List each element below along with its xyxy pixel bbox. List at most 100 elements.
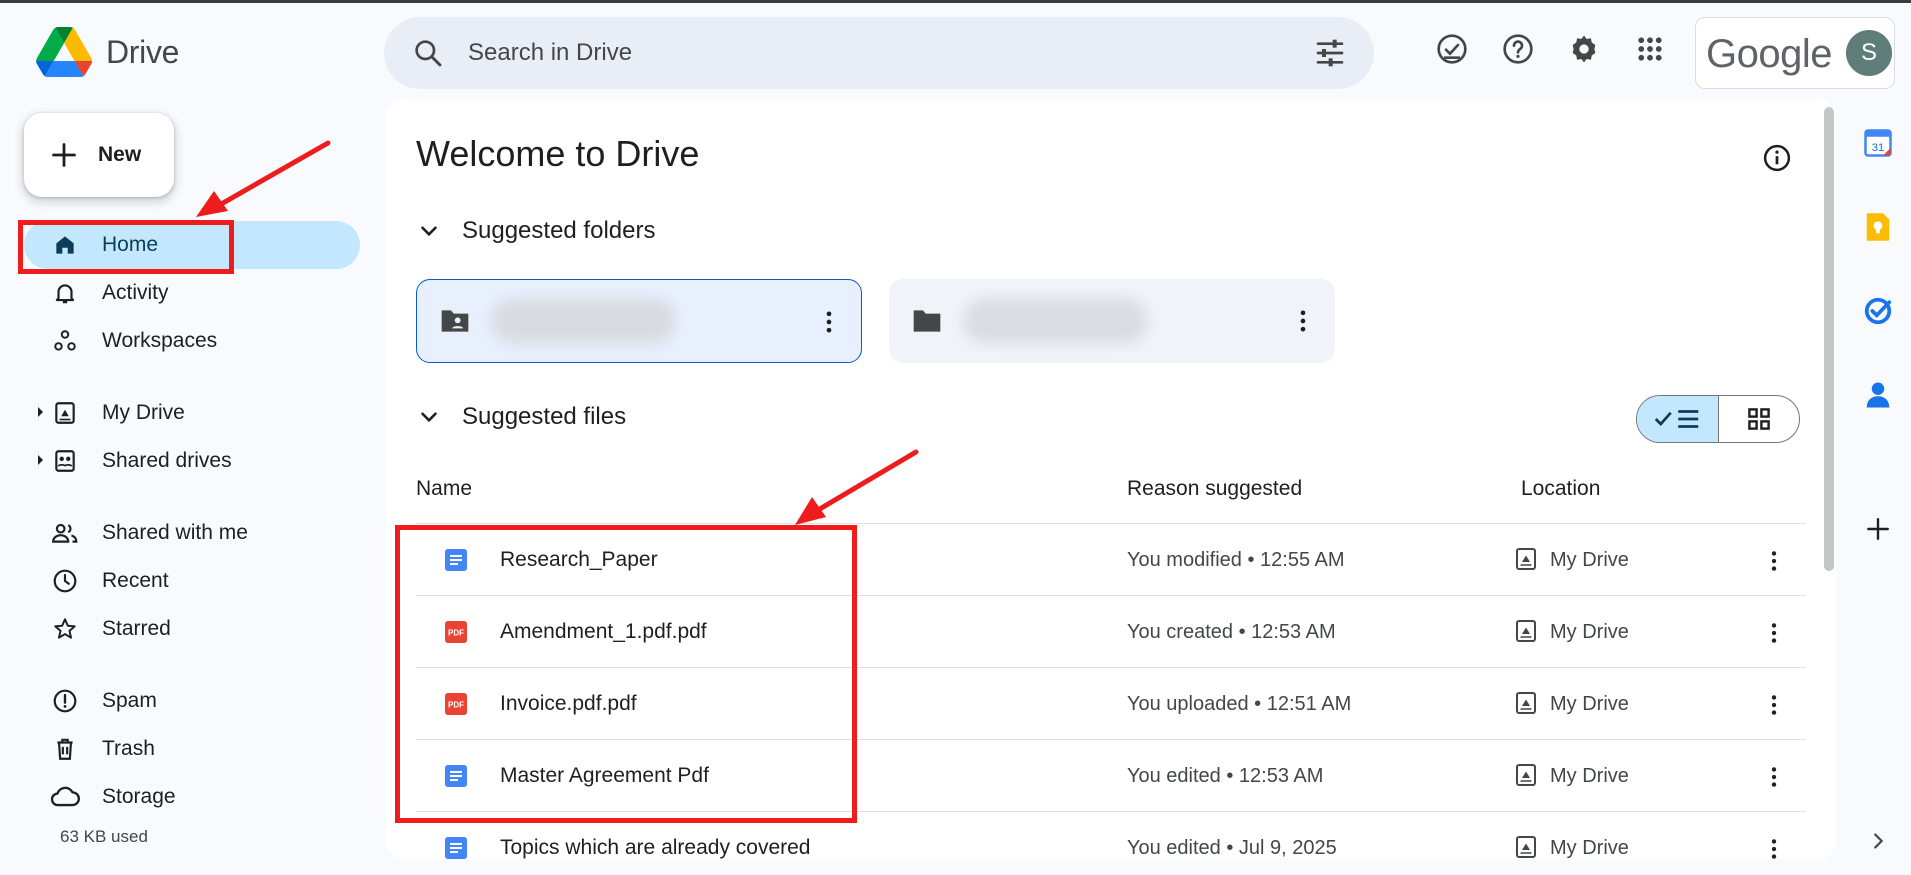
more-options-icon[interactable] — [1761, 764, 1787, 790]
column-header-reason: Reason suggested — [1127, 477, 1303, 500]
annotation-highlight-files — [395, 525, 857, 823]
column-header-location: Location — [1521, 477, 1601, 500]
bell-icon — [48, 276, 82, 310]
my-drive-icon — [1516, 548, 1536, 570]
file-location[interactable]: My Drive — [1550, 621, 1629, 644]
apps-grid-icon[interactable] — [1632, 31, 1668, 67]
column-header-name[interactable]: Name — [416, 477, 472, 501]
annotation-arrow-home-line — [213, 140, 331, 210]
sidebar-item-label: Shared drives — [102, 449, 232, 472]
sidebar-item-label: Workspaces — [102, 329, 218, 352]
view-toggle[interactable] — [1636, 395, 1800, 443]
sidebar-item-label: Activity — [102, 281, 169, 304]
sidebar-item-label: Spam — [102, 689, 157, 712]
sidebar-item-activity[interactable]: Activity — [24, 269, 360, 317]
file-location[interactable]: My Drive — [1550, 765, 1629, 788]
annotation-highlight-home — [18, 220, 234, 274]
check-list-icon — [1655, 410, 1699, 428]
help-icon[interactable] — [1500, 31, 1536, 67]
google-doc-icon — [445, 837, 467, 859]
sidebar-item-my-drive[interactable]: My Drive — [24, 389, 360, 437]
sidebar-item-storage[interactable]: Storage — [24, 773, 360, 821]
sidebar-item-recent[interactable]: Recent — [24, 557, 360, 605]
chevron-down-icon[interactable] — [416, 404, 442, 430]
sidebar-item-label: Starred — [102, 617, 171, 640]
sidebar-item-spam[interactable]: Spam — [24, 677, 360, 725]
suggested-folders-label: Suggested folders — [462, 217, 656, 244]
google-wordmark: Google — [1706, 32, 1832, 76]
reason-suggested: You edited • 12:53 AM — [1127, 765, 1324, 787]
add-icon[interactable] — [1862, 513, 1894, 545]
cloud-icon — [48, 780, 82, 814]
people-icon — [48, 516, 82, 550]
reason-suggested: You edited • Jul 9, 2025 — [1127, 837, 1337, 859]
file-location[interactable]: My Drive — [1550, 549, 1629, 572]
calendar-icon[interactable]: 31 — [1862, 127, 1894, 159]
sidebar-item-label: Shared with me — [102, 521, 248, 544]
shared-drives-icon — [48, 444, 82, 478]
contacts-icon[interactable] — [1862, 379, 1894, 411]
star-icon — [48, 612, 82, 646]
file-name[interactable]: Topics which are already covered — [500, 836, 811, 859]
trash-icon — [48, 732, 82, 766]
calendar-date-text: 31 — [1872, 142, 1885, 154]
folder-name-redacted — [963, 298, 1148, 344]
reason-suggested: You created • 12:53 AM — [1127, 621, 1336, 643]
my-drive-icon — [1516, 620, 1536, 642]
search-icon[interactable] — [412, 37, 444, 69]
sidebar-item-trash[interactable]: Trash — [24, 725, 360, 773]
sidebar-item-shared-with-me[interactable]: Shared with me — [24, 509, 360, 557]
keep-icon[interactable] — [1862, 211, 1894, 243]
tasks-icon[interactable] — [1862, 295, 1894, 327]
sidebar-item-label: Trash — [102, 737, 155, 760]
grid-view-button[interactable] — [1719, 396, 1800, 442]
more-options-icon[interactable] — [815, 308, 843, 336]
expand-caret-icon[interactable] — [38, 455, 43, 465]
file-location[interactable]: My Drive — [1550, 693, 1629, 716]
folder-card[interactable] — [889, 279, 1335, 363]
more-options-icon[interactable] — [1761, 548, 1787, 574]
more-options-icon[interactable] — [1761, 836, 1787, 859]
folder-card[interactable] — [416, 279, 862, 363]
chevron-down-icon[interactable] — [416, 218, 442, 244]
annotation-arrow-home-head — [196, 191, 228, 217]
storage-used-text: 63 KB used — [60, 827, 148, 846]
suggested-files-header[interactable]: Suggested files — [416, 403, 626, 431]
account-switcher[interactable]: Google S — [1695, 17, 1895, 89]
grid-icon — [1747, 408, 1770, 430]
list-view-button[interactable] — [1637, 396, 1719, 442]
info-icon[interactable] — [1762, 143, 1792, 173]
search-options-icon[interactable] — [1314, 37, 1346, 69]
avatar[interactable]: S — [1846, 30, 1892, 76]
offline-ready-icon[interactable] — [1434, 31, 1470, 67]
more-options-icon[interactable] — [1761, 620, 1787, 646]
expand-caret-icon[interactable] — [38, 407, 43, 417]
spam-icon — [48, 684, 82, 718]
my-drive-icon — [1516, 764, 1536, 786]
main-scrollbar[interactable] — [1824, 107, 1834, 571]
sidebar-item-workspaces[interactable]: Workspaces — [24, 317, 360, 365]
workspaces-icon — [48, 324, 82, 358]
my-drive-icon — [1516, 836, 1536, 858]
sidebar-item-label: Recent — [102, 569, 169, 592]
drive-logo[interactable]: Drive — [36, 27, 179, 77]
file-location[interactable]: My Drive — [1550, 837, 1629, 859]
search-bar[interactable] — [384, 17, 1374, 89]
more-options-icon[interactable] — [1761, 692, 1787, 718]
chevron-right-icon[interactable] — [1862, 825, 1894, 857]
sidebar-item-shared-drives[interactable]: Shared drives — [24, 437, 360, 485]
suggested-folders-header[interactable]: Suggested folders — [416, 217, 655, 245]
new-button[interactable]: New — [24, 113, 174, 197]
my-drive-icon — [1516, 692, 1536, 714]
suggested-files-label: Suggested files — [462, 403, 627, 430]
new-button-label: New — [98, 143, 142, 166]
my-drive-icon — [48, 396, 82, 430]
plus-icon — [52, 143, 76, 167]
search-input[interactable] — [468, 35, 1248, 71]
reason-suggested: You uploaded • 12:51 AM — [1127, 693, 1352, 715]
sidebar-item-label: Storage — [102, 785, 176, 808]
sidebar-item-starred[interactable]: Starred — [24, 605, 360, 653]
settings-gear-icon[interactable] — [1566, 31, 1602, 67]
reason-suggested: You modified • 12:55 AM — [1127, 549, 1345, 571]
more-options-icon[interactable] — [1289, 307, 1317, 335]
